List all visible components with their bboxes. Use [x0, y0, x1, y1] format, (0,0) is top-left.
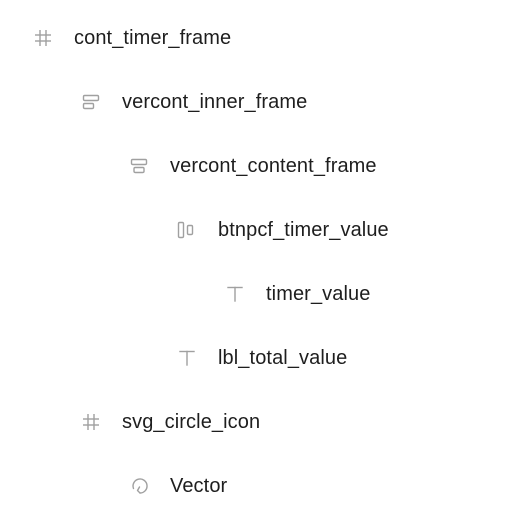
layer-row-lbl-total-value[interactable]: lbl_total_value	[0, 326, 510, 390]
text-icon	[176, 347, 198, 369]
layer-label: btnpcf_timer_value	[218, 218, 389, 241]
layer-row-vercont-content-frame[interactable]: vercont_content_frame	[0, 134, 510, 198]
layer-row-cont-timer-frame[interactable]: cont_timer_frame	[0, 6, 510, 70]
frame-hash-icon	[80, 411, 102, 433]
vertical-autolayout-icon	[80, 91, 102, 113]
layer-label: svg_circle_icon	[122, 410, 261, 433]
layer-row-svg-circle-icon[interactable]: svg_circle_icon	[0, 390, 510, 454]
text-icon	[224, 283, 246, 305]
horizontal-autolayout-icon	[176, 219, 198, 241]
vector-icon	[128, 475, 150, 497]
layer-row-vector[interactable]: Vector	[0, 454, 510, 518]
layer-label: lbl_total_value	[218, 346, 348, 369]
layer-label: timer_value	[266, 282, 371, 305]
layer-row-btnpcf-timer-value[interactable]: btnpcf_timer_value	[0, 198, 510, 262]
layer-row-timer-value[interactable]: timer_value	[0, 262, 510, 326]
vertical-autolayout-icon	[128, 155, 150, 177]
frame-hash-icon	[32, 27, 54, 49]
layer-label: Vector	[170, 474, 228, 497]
layers-panel: cont_timer_frame vercont_inner_frame ver…	[0, 6, 510, 518]
layer-label: vercont_inner_frame	[122, 90, 308, 113]
layer-row-vercont-inner-frame[interactable]: vercont_inner_frame	[0, 70, 510, 134]
layer-label: vercont_content_frame	[170, 154, 377, 177]
layer-label: cont_timer_frame	[74, 26, 232, 49]
